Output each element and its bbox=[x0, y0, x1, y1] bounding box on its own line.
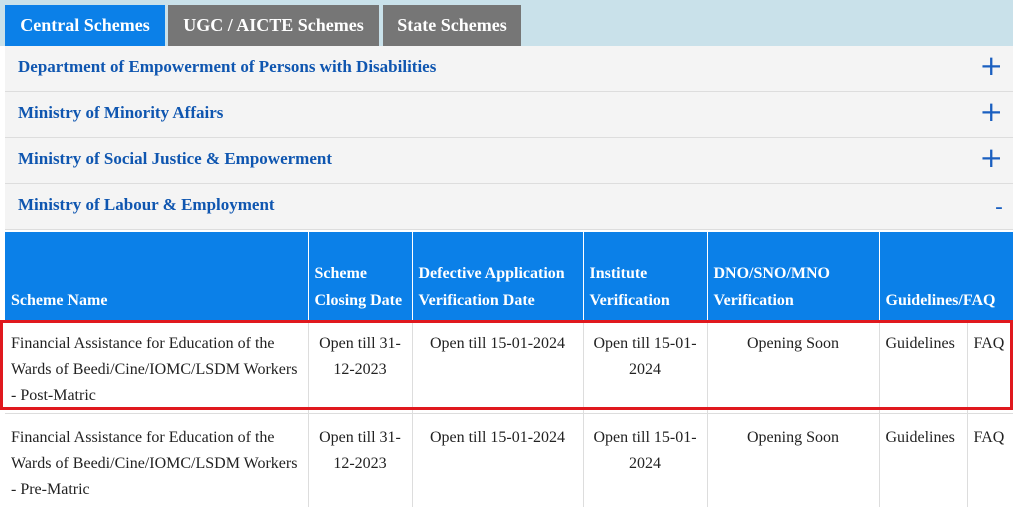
tab-ugc-aicte-schemes[interactable]: UGC / AICTE Schemes bbox=[168, 5, 379, 46]
institute-date: Open till 15-01-2024 bbox=[583, 320, 708, 414]
scheme-name: Financial Assistance for Education of th… bbox=[5, 413, 309, 507]
accordion-item-social-justice[interactable]: Ministry of Social Justice & Empowerment… bbox=[5, 138, 1013, 184]
faq-link[interactable]: FAQ bbox=[967, 320, 1013, 414]
closing-date: Open till 31-12-2023 bbox=[308, 413, 413, 507]
closing-date: Open till 31-12-2023 bbox=[308, 320, 413, 414]
accordion-title: Ministry of Labour & Employment bbox=[18, 195, 275, 214]
accordion-item-disabilities[interactable]: Department of Empowerment of Persons wit… bbox=[5, 46, 1013, 92]
table-header-row: Scheme Name Scheme Closing Date Defectiv… bbox=[5, 232, 1013, 320]
guidelines-link[interactable]: Guidelines bbox=[879, 413, 968, 507]
dno-status: Opening Soon bbox=[707, 320, 880, 414]
accordion-title: Ministry of Social Justice & Empowerment bbox=[18, 149, 332, 168]
header-guidelines-faq: Guidelines/FAQ bbox=[879, 232, 1013, 320]
header-defective-verification: Defective Application Verification Date bbox=[412, 232, 584, 320]
faq-link[interactable]: FAQ bbox=[967, 413, 1013, 507]
table-row: Financial Assistance for Education of th… bbox=[5, 320, 1013, 414]
collapse-minus-icon[interactable]: - bbox=[995, 194, 1003, 222]
expand-plus-icon[interactable]: + bbox=[980, 98, 1003, 126]
scheme-name: Financial Assistance for Education of th… bbox=[5, 320, 309, 414]
tab-central-schemes[interactable]: Central Schemes bbox=[5, 5, 165, 46]
tab-state-schemes[interactable]: State Schemes bbox=[383, 5, 521, 46]
accordion-item-minority-affairs[interactable]: Ministry of Minority Affairs + bbox=[5, 92, 1013, 138]
accordion-title: Department of Empowerment of Persons wit… bbox=[18, 57, 437, 76]
header-institute-verification: Institute Verification bbox=[583, 232, 708, 320]
header-closing-date: Scheme Closing Date bbox=[308, 232, 413, 320]
accordion-item-labour-employment[interactable]: Ministry of Labour & Employment - bbox=[5, 184, 1013, 230]
header-dno-verification: DNO/SNO/MNO Verification bbox=[707, 232, 880, 320]
table-row: Financial Assistance for Education of th… bbox=[5, 413, 1013, 507]
defective-date: Open till 15-01-2024 bbox=[412, 320, 584, 414]
accordion-title: Ministry of Minority Affairs bbox=[18, 103, 224, 122]
schemes-table: Scheme Name Scheme Closing Date Defectiv… bbox=[5, 232, 1013, 507]
expand-plus-icon[interactable]: + bbox=[980, 144, 1003, 172]
scheme-tabbar: Central Schemes UGC / AICTE Schemes Stat… bbox=[0, 0, 1013, 46]
expand-plus-icon[interactable]: + bbox=[980, 52, 1003, 80]
dno-status: Opening Soon bbox=[707, 413, 880, 507]
header-scheme-name: Scheme Name bbox=[5, 232, 309, 320]
guidelines-link[interactable]: Guidelines bbox=[879, 320, 968, 414]
institute-date: Open till 15-01-2024 bbox=[583, 413, 708, 507]
defective-date: Open till 15-01-2024 bbox=[412, 413, 584, 507]
